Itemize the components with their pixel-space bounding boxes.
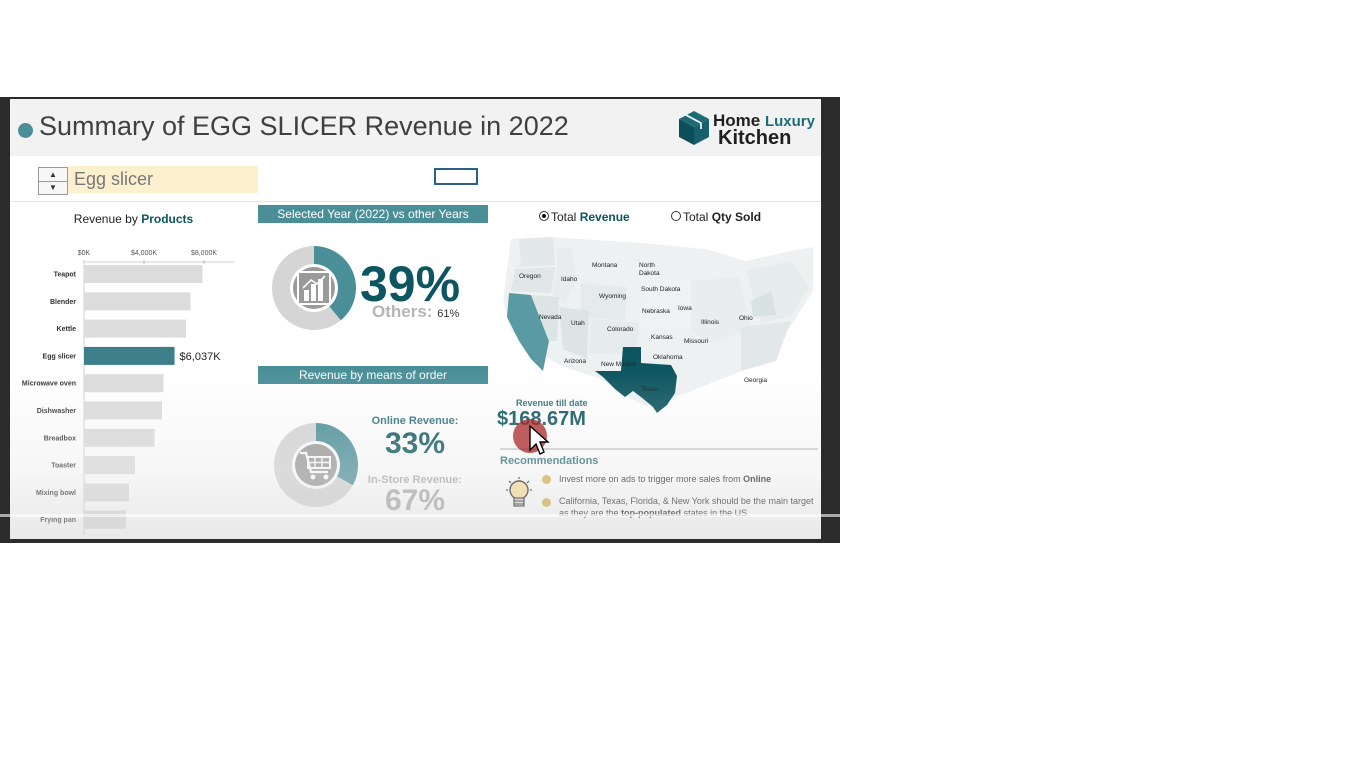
video-scrub-bar[interactable] xyxy=(0,514,840,517)
state-label: Nevada xyxy=(539,314,562,321)
recommendation-1-text: Invest more on ads to trigger more sales… xyxy=(559,474,741,484)
box-logo-icon xyxy=(679,111,709,145)
radio-total-revenue[interactable]: Total Revenue xyxy=(539,210,630,224)
instore-revenue-value: 67% xyxy=(384,484,446,517)
year-comparison-header: Selected Year (2022) vs other Years xyxy=(258,205,488,223)
category-label: Mixing bowl xyxy=(36,490,76,497)
cell-selection-box[interactable] xyxy=(434,168,478,185)
others-share: Others: 61% xyxy=(372,302,459,322)
data-label: $6,037K xyxy=(180,351,222,363)
title-bullet xyxy=(18,123,33,138)
category-label: Breadbox xyxy=(44,435,76,442)
logo-kitchen: Kitchen xyxy=(718,127,792,149)
spin-down-button[interactable]: ▼ xyxy=(39,181,67,194)
product-spinner[interactable]: ▲ ▼ xyxy=(38,167,68,195)
x-tick-label: $0K xyxy=(78,250,91,257)
video-frame: Summary of EGG SLICER Revenue in 2022 Ho… xyxy=(0,97,840,543)
lightbulb-icon xyxy=(506,477,532,507)
category-label: Kettle xyxy=(57,326,77,333)
state-label: Montana xyxy=(592,262,618,269)
bar xyxy=(84,292,191,311)
washington-shape xyxy=(519,237,555,267)
radio-qty-prefix: Total xyxy=(683,210,709,224)
bar xyxy=(84,456,135,475)
radio-unselected-icon[interactable] xyxy=(671,211,681,221)
bar xyxy=(84,319,186,338)
state-label: Utah xyxy=(571,320,585,327)
pointer-cursor-icon xyxy=(529,424,550,455)
bar xyxy=(84,374,164,393)
products-title-prefix: Revenue by xyxy=(73,212,138,226)
state-label: South Dakota xyxy=(641,286,681,293)
recommendation-1-strong: Online xyxy=(743,474,772,484)
category-label: Blender xyxy=(50,299,76,306)
state-label: Texas xyxy=(641,386,659,393)
products-title-strong: Products xyxy=(141,212,194,226)
products-bar-chart: $0K $4,000K $8,000K Teapot Blender Kettle Egg … xyxy=(22,250,234,535)
year-comparison-panel: Selected Year (2022) vs other Years 39% … xyxy=(258,205,488,539)
bar xyxy=(84,428,155,447)
category-label: Egg slicer xyxy=(43,353,77,360)
online-revenue-value: 33% xyxy=(384,427,446,460)
x-tick-label: $8,000K xyxy=(191,250,217,257)
spin-up-button[interactable]: ▲ xyxy=(39,168,67,182)
others-label: Others: xyxy=(372,302,433,321)
category-label: Dishwasher xyxy=(37,408,77,415)
bar xyxy=(84,265,203,283)
state-label: New Mexico xyxy=(601,361,637,368)
state-label: Oregon xyxy=(519,273,541,280)
radio-qty-strong: Qty Sold xyxy=(711,210,762,224)
category-label: Microwave oven xyxy=(22,381,76,388)
others-value: 61% xyxy=(437,308,460,320)
radio-revenue-prefix: Total xyxy=(551,210,577,224)
bar xyxy=(84,346,175,365)
product-select-field[interactable]: Egg slicer xyxy=(68,166,258,193)
category-label: Teapot xyxy=(54,272,77,279)
state-label: Kansas xyxy=(651,334,673,341)
means-of-order-header: Revenue by means of order xyxy=(258,366,488,384)
state-label: Oklahoma xyxy=(653,354,683,361)
bar-chart-icon xyxy=(297,271,331,305)
x-tick-label: $4,000K xyxy=(131,250,157,257)
shopping-cart-icon xyxy=(300,451,331,480)
page-title: Summary of EGG SLICER Revenue in 2022 xyxy=(39,111,569,141)
control-bar: ▲ ▼ Egg slicer xyxy=(10,156,821,202)
state-label: Idaho xyxy=(561,276,578,283)
revenue-by-products-panel: Revenue by Products $0K $4,000K $8,000K Tea… xyxy=(12,205,255,539)
state-label: Colorado xyxy=(607,326,634,333)
revenue-till-date-label: Revenue till date xyxy=(516,398,588,408)
title-bar: Summary of EGG SLICER Revenue in 2022 Ho… xyxy=(10,99,821,156)
bar xyxy=(84,401,162,420)
map-panel: Total Revenue Total Qty Sold Oregon Idah… xyxy=(491,205,819,539)
radio-revenue-strong: Revenue xyxy=(579,210,630,224)
recommendation-1: Invest more on ads to trigger more sales… xyxy=(559,473,817,485)
state-label: Georgia xyxy=(744,377,768,384)
recommendation-bullet xyxy=(542,498,551,507)
bar xyxy=(84,483,129,502)
state-label: Missouri xyxy=(684,338,708,345)
state-label: Arizona xyxy=(564,358,586,365)
oregon-shape xyxy=(511,267,555,293)
state-label: Iowa xyxy=(678,305,692,312)
category-label: Toaster xyxy=(51,463,76,470)
dashboard: Summary of EGG SLICER Revenue in 2022 Ho… xyxy=(10,99,821,539)
radio-total-qty[interactable]: Total Qty Sold xyxy=(671,210,761,224)
state-label: Wyoming xyxy=(599,293,626,300)
state-label: Ohio xyxy=(739,315,753,322)
category-label: Frying pan xyxy=(40,517,76,524)
products-chart-title: Revenue by Products xyxy=(12,212,255,226)
southeast-shape xyxy=(741,321,791,371)
online-revenue-label: Online Revenue: xyxy=(371,415,459,427)
state-label: Illinois xyxy=(701,319,720,326)
recommendation-bullet xyxy=(542,475,551,484)
radio-selected-icon[interactable] xyxy=(539,211,549,221)
state-label: Nebraska xyxy=(642,308,670,315)
